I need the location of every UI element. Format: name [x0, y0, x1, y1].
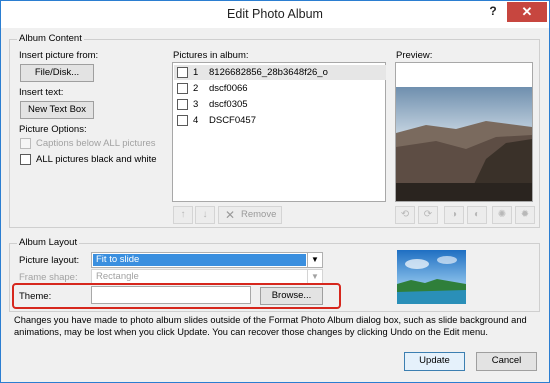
picture-name: dscf0066: [209, 83, 248, 94]
cancel-button[interactable]: Cancel: [476, 352, 537, 371]
insert-text-label: Insert text:: [19, 87, 64, 98]
preview-image: [395, 62, 533, 202]
picture-layout-select[interactable]: Fit to slide ▼: [91, 252, 323, 268]
picture-number: 2: [193, 83, 199, 94]
list-item[interactable]: 4 DSCF0457: [174, 113, 386, 128]
rotate-left-icon[interactable]: ⟲: [395, 206, 415, 224]
picture-number: 1: [193, 67, 199, 78]
list-item[interactable]: 3 dscf0305: [174, 97, 386, 112]
picture-checkbox[interactable]: [177, 99, 188, 110]
pictures-listbox[interactable]: 1 8126682856_28b3648f26_o 2 dscf0066 3 d…: [172, 62, 386, 202]
theme-preview-image: [397, 250, 466, 304]
browse-button[interactable]: Browse...: [260, 287, 323, 305]
picture-checkbox[interactable]: [177, 115, 188, 126]
picture-layout-label: Picture layout:: [19, 255, 80, 266]
contrast-up-icon[interactable]: ◑: [444, 206, 464, 224]
theme-landscape-image: [397, 250, 466, 304]
insert-picture-from-label: Insert picture from:: [19, 50, 99, 61]
close-icon[interactable]: ✕: [507, 2, 547, 22]
picture-name: 8126682856_28b3648f26_o: [209, 67, 328, 78]
new-text-box-button-label: New Text Box: [28, 104, 86, 115]
chevron-down-icon[interactable]: ▼: [307, 253, 322, 267]
remove-icon: ✕: [225, 208, 236, 222]
browse-button-label: Browse...: [271, 290, 312, 301]
picture-number: 3: [193, 99, 199, 110]
update-button-label: Update: [419, 355, 450, 366]
dialog-title: Edit Photo Album: [227, 7, 323, 21]
pictures-in-album-label: Pictures in album:: [173, 50, 249, 61]
black-white-label: ALL pictures black and white: [36, 154, 157, 165]
help-icon[interactable]: ?: [483, 2, 503, 20]
list-item[interactable]: 1 8126682856_28b3648f26_o: [174, 65, 386, 80]
canyon-preview-image: [396, 63, 532, 201]
theme-label: Theme:: [19, 291, 52, 302]
edit-photo-album-dialog: Edit Photo Album ? ✕ Album Content Inser…: [0, 0, 550, 383]
move-up-icon[interactable]: ↑: [173, 206, 193, 224]
theme-field[interactable]: [91, 286, 251, 304]
black-white-checkbox[interactable]: [20, 154, 31, 165]
note-text: Changes you have made to photo album sli…: [14, 315, 527, 337]
contrast-down-icon[interactable]: ◐: [467, 206, 487, 224]
preview-label: Preview:: [396, 50, 433, 61]
album-layout-label: Album Layout: [17, 237, 80, 248]
picture-checkbox[interactable]: [177, 83, 188, 94]
cancel-button-label: Cancel: [491, 355, 522, 366]
picture-name: DSCF0457: [209, 115, 256, 126]
chevron-down-icon[interactable]: ▼: [307, 270, 322, 284]
brightness-down-icon[interactable]: ✹: [515, 206, 535, 224]
picture-number: 4: [193, 115, 199, 126]
picture-options-label: Picture Options:: [19, 124, 87, 135]
file-disk-button[interactable]: File/Disk...: [20, 64, 94, 82]
picture-layout-value: Fit to slide: [93, 254, 306, 266]
list-item[interactable]: 2 dscf0066: [174, 81, 386, 96]
title-bar: Edit Photo Album ? ✕: [1, 1, 549, 28]
frame-shape-value: Rectangle: [96, 271, 139, 282]
frame-shape-label: Frame shape:: [19, 272, 78, 283]
new-text-box-button[interactable]: New Text Box: [20, 101, 94, 119]
file-disk-button-label: File/Disk...: [34, 67, 80, 78]
update-button[interactable]: Update: [404, 352, 465, 371]
rotate-right-icon[interactable]: ⟳: [418, 206, 438, 224]
move-down-icon[interactable]: ↓: [195, 206, 215, 224]
brightness-up-icon[interactable]: ✺: [492, 206, 512, 224]
picture-name: dscf0305: [209, 99, 248, 110]
remove-button[interactable]: ✕ Remove: [218, 206, 282, 224]
captions-below-label: Captions below ALL pictures: [36, 138, 156, 149]
remove-button-label: Remove: [241, 209, 277, 220]
album-content-label: Album Content: [17, 33, 84, 44]
captions-below-checkbox[interactable]: [20, 138, 31, 149]
picture-checkbox[interactable]: [177, 67, 188, 78]
